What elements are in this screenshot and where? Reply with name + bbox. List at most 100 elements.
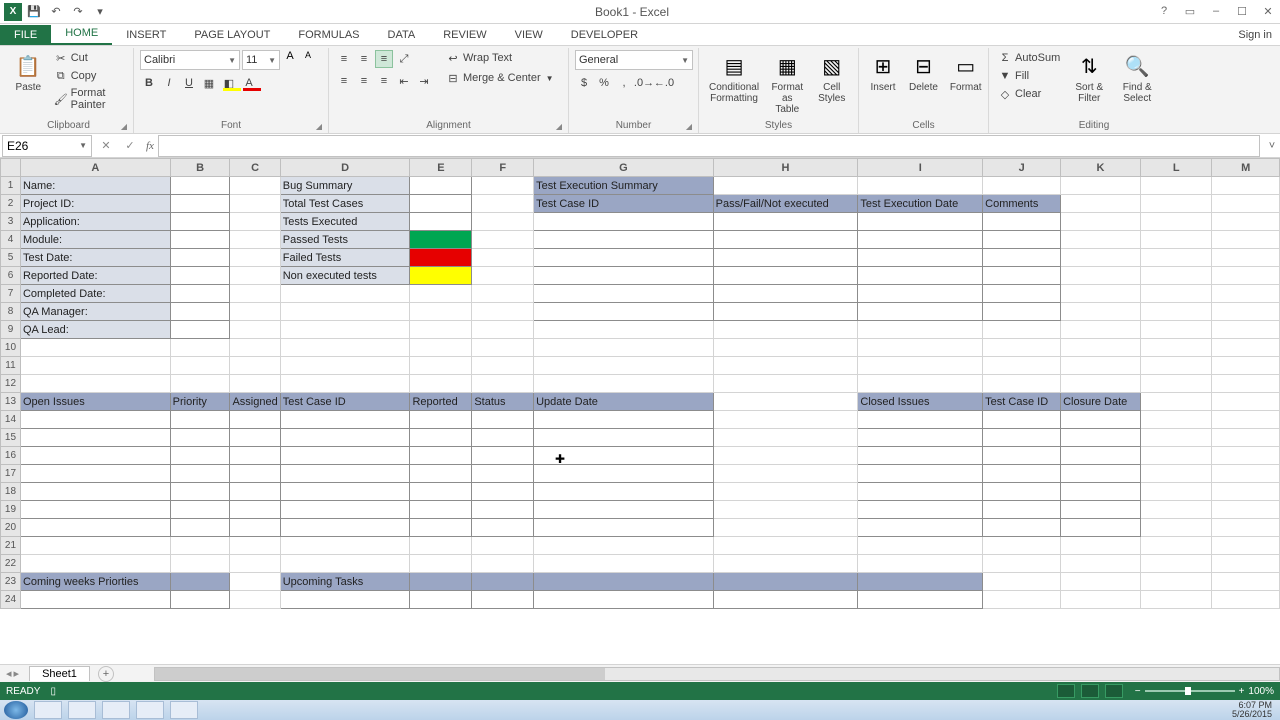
cell-B9[interactable] — [170, 321, 230, 339]
cell-C10[interactable] — [230, 339, 280, 357]
cell-F3[interactable] — [472, 213, 534, 231]
cell-M23[interactable] — [1212, 573, 1280, 591]
cell-F23[interactable] — [472, 573, 534, 591]
zoom-in-icon[interactable]: + — [1239, 686, 1245, 697]
cell-H2[interactable]: Pass/Fail/Not executed — [713, 195, 858, 213]
row-header-19[interactable]: 19 — [1, 501, 21, 519]
cell-E19[interactable] — [410, 501, 472, 519]
cell-A13[interactable]: Open Issues — [20, 393, 170, 411]
cell-I4[interactable] — [858, 231, 983, 249]
cell-B14[interactable] — [170, 411, 230, 429]
cell-H20[interactable] — [713, 519, 858, 537]
col-header-K[interactable]: K — [1061, 159, 1141, 177]
cell-L15[interactable] — [1140, 429, 1211, 447]
cell-J4[interactable] — [983, 231, 1061, 249]
fx-icon[interactable]: fx — [142, 140, 158, 152]
cell-F16[interactable] — [472, 447, 534, 465]
cell-D5[interactable]: Failed Tests — [280, 249, 410, 267]
number-launcher-icon[interactable]: ◢ — [686, 122, 692, 131]
cell-F14[interactable] — [472, 411, 534, 429]
orientation-icon[interactable]: ⤢ — [395, 50, 413, 68]
cell-K19[interactable] — [1061, 501, 1141, 519]
cell-M4[interactable] — [1212, 231, 1280, 249]
cell-L2[interactable] — [1140, 195, 1211, 213]
cell-J7[interactable] — [983, 285, 1061, 303]
cell-E16[interactable] — [410, 447, 472, 465]
cell-A10[interactable] — [20, 339, 170, 357]
cell-D1[interactable]: Bug Summary — [280, 177, 410, 195]
cell-G5[interactable] — [534, 249, 714, 267]
start-button[interactable] — [4, 701, 28, 719]
cell-K11[interactable] — [1061, 357, 1141, 375]
cell-F6[interactable] — [472, 267, 534, 285]
col-header-H[interactable]: H — [713, 159, 858, 177]
cell-E3[interactable] — [410, 213, 472, 231]
cell-G13[interactable]: Update Date — [534, 393, 714, 411]
cell-K24[interactable] — [1061, 591, 1141, 609]
sheet-tab-sheet1[interactable]: Sheet1 — [29, 666, 90, 681]
cell-J19[interactable] — [983, 501, 1061, 519]
cell-K17[interactable] — [1061, 465, 1141, 483]
cell-I1[interactable] — [858, 177, 983, 195]
row-header-6[interactable]: 6 — [1, 267, 21, 285]
cell-C13[interactable]: Assigned — [230, 393, 280, 411]
row-header-7[interactable]: 7 — [1, 285, 21, 303]
col-header-G[interactable]: G — [534, 159, 714, 177]
cell-C5[interactable] — [230, 249, 280, 267]
cell-J5[interactable] — [983, 249, 1061, 267]
cell-E4[interactable] — [410, 231, 472, 249]
row-header-14[interactable]: 14 — [1, 411, 21, 429]
cell-C1[interactable] — [230, 177, 280, 195]
decrease-font-icon[interactable]: A — [300, 50, 316, 70]
zoom-control[interactable]: − + 100% — [1135, 686, 1274, 697]
cell-B13[interactable]: Priority — [170, 393, 230, 411]
cell-A11[interactable] — [20, 357, 170, 375]
cell-L9[interactable] — [1140, 321, 1211, 339]
cell-A20[interactable] — [20, 519, 170, 537]
cell-D16[interactable] — [280, 447, 410, 465]
cell-D17[interactable] — [280, 465, 410, 483]
cell-M14[interactable] — [1212, 411, 1280, 429]
cell-K10[interactable] — [1061, 339, 1141, 357]
cell-J22[interactable] — [983, 555, 1061, 573]
cell-M21[interactable] — [1212, 537, 1280, 555]
cell-B10[interactable] — [170, 339, 230, 357]
cell-F7[interactable] — [472, 285, 534, 303]
increase-decimal-icon[interactable]: .0→ — [635, 74, 653, 92]
cell-M20[interactable] — [1212, 519, 1280, 537]
cell-M16[interactable] — [1212, 447, 1280, 465]
cell-I3[interactable] — [858, 213, 983, 231]
row-header-13[interactable]: 13 — [1, 393, 21, 411]
cell-E18[interactable] — [410, 483, 472, 501]
cell-H15[interactable] — [713, 429, 858, 447]
row-header-16[interactable]: 16 — [1, 447, 21, 465]
cell-D12[interactable] — [280, 375, 410, 393]
cell-K13[interactable]: Closure Date — [1061, 393, 1141, 411]
cell-H6[interactable] — [713, 267, 858, 285]
cell-G9[interactable] — [534, 321, 714, 339]
col-header-I[interactable]: I — [858, 159, 983, 177]
cell-J24[interactable] — [983, 591, 1061, 609]
comma-format-icon[interactable]: , — [615, 74, 633, 92]
cell-M6[interactable] — [1212, 267, 1280, 285]
col-header-L[interactable]: L — [1140, 159, 1211, 177]
view-page-layout-icon[interactable] — [1081, 684, 1099, 698]
col-header-D[interactable]: D — [280, 159, 410, 177]
sheet-nav-next-icon[interactable]: ▸ — [14, 667, 20, 680]
cell-K23[interactable] — [1061, 573, 1141, 591]
cell-K5[interactable] — [1061, 249, 1141, 267]
col-header-A[interactable]: A — [20, 159, 170, 177]
cell-F20[interactable] — [472, 519, 534, 537]
cell-A2[interactable]: Project ID: — [20, 195, 170, 213]
cell-L21[interactable] — [1140, 537, 1211, 555]
increase-indent-icon[interactable]: ⇥ — [415, 72, 433, 90]
cell-B20[interactable] — [170, 519, 230, 537]
cell-D18[interactable] — [280, 483, 410, 501]
cell-G7[interactable] — [534, 285, 714, 303]
font-launcher-icon[interactable]: ◢ — [316, 122, 322, 131]
cell-B19[interactable] — [170, 501, 230, 519]
cell-F10[interactable] — [472, 339, 534, 357]
cell-L24[interactable] — [1140, 591, 1211, 609]
cell-styles-button[interactable]: ▧Cell Styles — [812, 50, 852, 106]
find-select-button[interactable]: 🔍Find & Select — [1115, 50, 1159, 106]
